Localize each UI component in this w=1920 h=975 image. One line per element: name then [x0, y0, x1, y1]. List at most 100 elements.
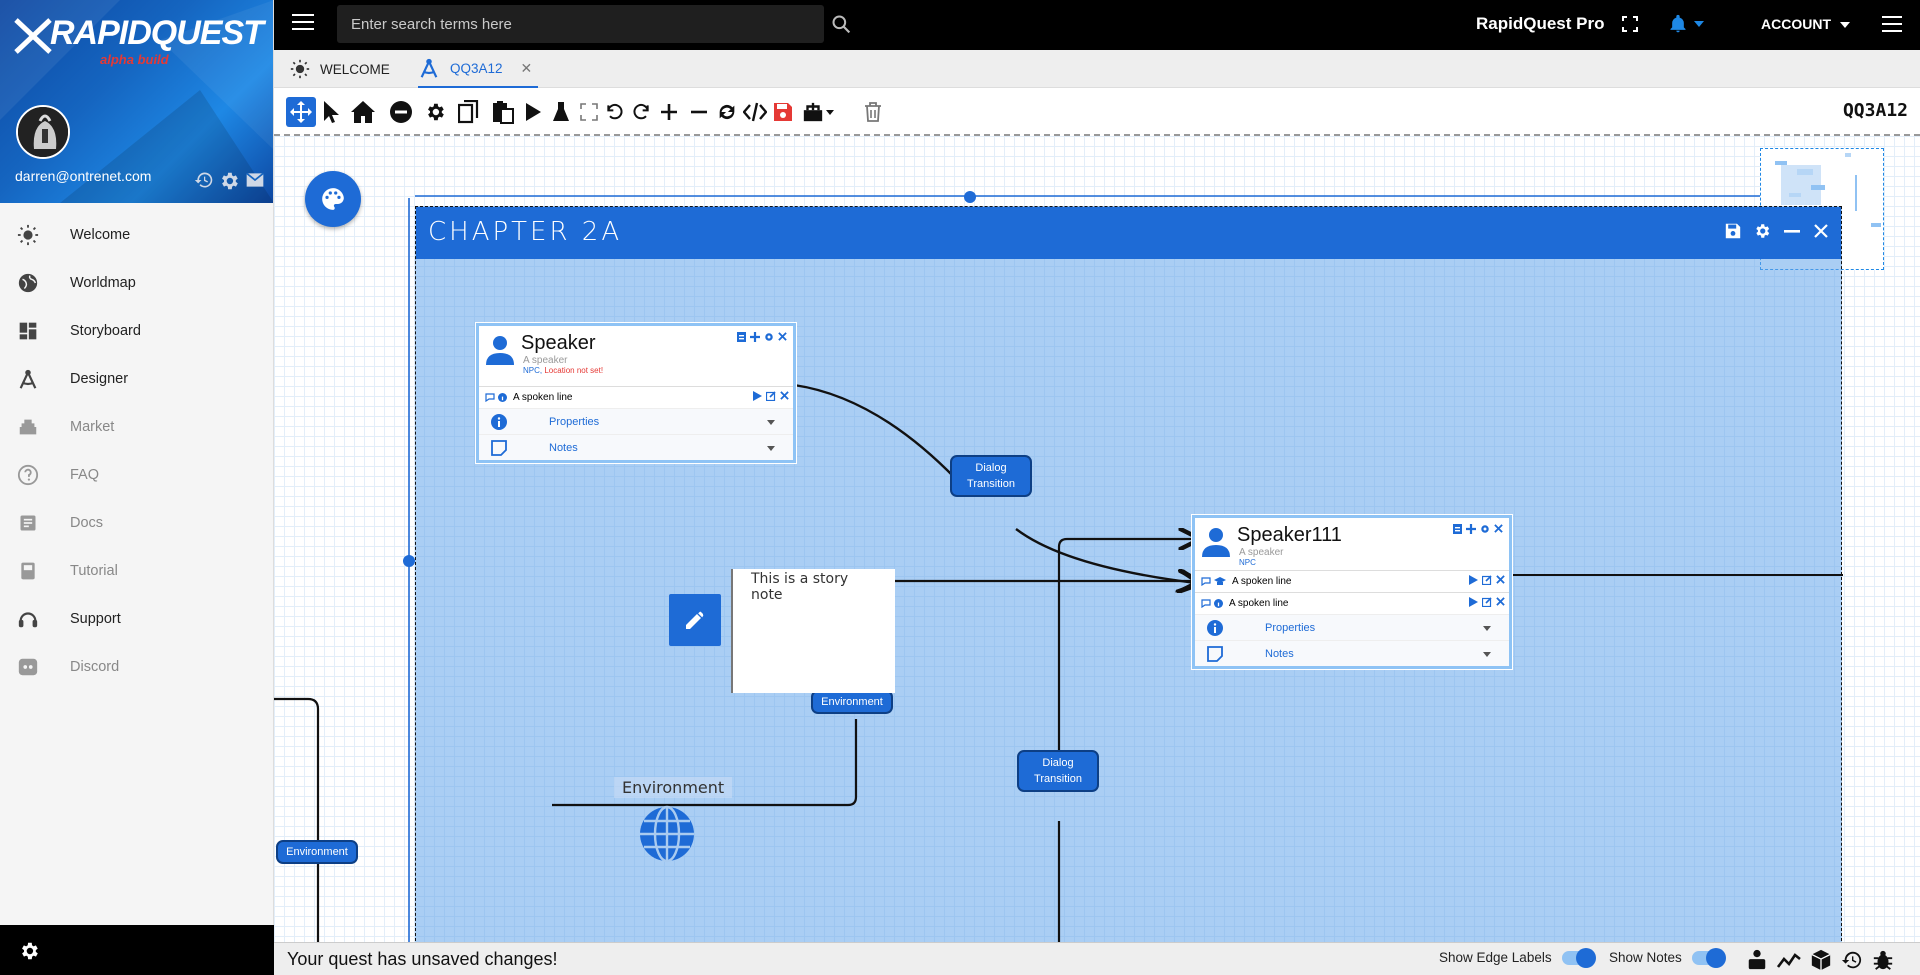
gear-icon[interactable] — [1480, 524, 1490, 534]
gear-icon[interactable] — [218, 170, 240, 192]
edge-label-dialog-transition[interactable]: Dialog Transition — [950, 455, 1032, 497]
play-icon[interactable] — [1469, 575, 1478, 585]
gear-icon[interactable] — [764, 332, 774, 342]
person-stack-icon[interactable] — [1746, 949, 1768, 971]
bug-icon[interactable] — [1872, 949, 1894, 971]
properties-accordion[interactable]: Properties — [1195, 614, 1509, 640]
note-add-icon[interactable] — [1453, 524, 1462, 534]
sun-icon — [290, 59, 310, 79]
sync-icon[interactable] — [712, 97, 742, 127]
cube-icon[interactable] — [1810, 949, 1832, 971]
properties-accordion[interactable]: Properties — [479, 408, 793, 434]
close-icon[interactable] — [1496, 575, 1505, 584]
zoom-in-icon[interactable] — [654, 97, 684, 127]
edge-label-dialog-transition[interactable]: Dialog Transition — [1017, 750, 1099, 792]
settings-gear-icon[interactable] — [18, 940, 40, 962]
copy-icon[interactable] — [454, 97, 484, 127]
paste-icon[interactable] — [488, 97, 518, 127]
app-logo: RAPIDQUEST — [50, 14, 264, 52]
fullscreen-icon[interactable] — [1622, 16, 1638, 32]
edit-icon[interactable] — [1482, 575, 1492, 585]
chevron-down-icon[interactable] — [767, 420, 775, 425]
chapter-container[interactable]: CHAPTER 2A Speaker A speaker NPC, Locati… — [415, 206, 1843, 942]
edge-label-environment[interactable]: Environment — [276, 840, 358, 864]
story-note-pencil-icon[interactable] — [669, 594, 721, 646]
mail-icon[interactable] — [244, 170, 266, 190]
chart-line-icon[interactable] — [1777, 949, 1801, 971]
save-icon[interactable] — [768, 97, 798, 127]
sidebar-item-label: FAQ — [70, 467, 100, 483]
tab-quest-designer[interactable]: QQ3A12 ✕ — [418, 50, 539, 88]
sidebar-item-docs[interactable]: Docs — [0, 499, 273, 547]
notifications-dropdown-caret[interactable] — [1694, 21, 1704, 27]
sidebar-item-discord[interactable]: Discord — [0, 643, 273, 691]
sidebar-item-worldmap[interactable]: Worldmap — [0, 259, 273, 307]
close-icon[interactable] — [780, 391, 789, 400]
sidebar-item-market[interactable]: Market — [0, 403, 273, 451]
sidebar-item-support[interactable]: Support — [0, 595, 273, 643]
dialog-line-row[interactable]: A spoken line — [479, 386, 793, 408]
add-icon[interactable] — [1466, 524, 1476, 534]
speaker-node[interactable]: Speaker A speaker NPC, Location not set!… — [476, 323, 796, 463]
flask-icon[interactable] — [546, 97, 576, 127]
account-menu[interactable]: ACCOUNT — [1761, 16, 1831, 32]
speaker111-node[interactable]: Speaker111 A speaker NPC A spoken line A… — [1192, 515, 1512, 669]
accordion-label: Notes — [1265, 647, 1294, 660]
settings-icon[interactable] — [420, 97, 450, 127]
avatar[interactable] — [16, 105, 70, 159]
hamburger-menu-icon[interactable] — [292, 14, 314, 34]
edit-icon[interactable] — [766, 391, 776, 401]
toggle-label: Show Edge Labels — [1439, 950, 1552, 965]
sidebar-item-designer[interactable]: Designer — [0, 355, 273, 403]
design-canvas[interactable]: CHAPTER 2A Speaker A speaker NPC, Locati… — [274, 136, 1920, 942]
tab-welcome[interactable]: WELCOME — [290, 50, 390, 88]
sidebar-item-faq[interactable]: FAQ — [0, 451, 273, 499]
code-icon[interactable] — [740, 97, 770, 127]
select-pointer-icon[interactable] — [316, 97, 346, 127]
sidebar-item-tutorial[interactable]: Tutorial — [0, 547, 273, 595]
chevron-down-icon[interactable] — [1483, 652, 1491, 657]
zoom-out-icon[interactable] — [684, 97, 714, 127]
story-note[interactable]: This is a story note — [731, 569, 895, 693]
trash-icon[interactable] — [858, 97, 888, 127]
sidebar-item-storyboard[interactable]: Storyboard — [0, 307, 273, 355]
notes-accordion[interactable]: Notes — [479, 434, 793, 460]
show-edge-labels-toggle[interactable]: Show Edge Labels — [1439, 947, 1596, 968]
toggle-switch[interactable] — [1691, 947, 1726, 968]
move-tool-icon[interactable] — [286, 97, 316, 127]
close-icon[interactable] — [1494, 524, 1503, 533]
play-icon[interactable] — [518, 97, 548, 127]
overflow-menu-icon[interactable] — [1882, 16, 1902, 37]
line-icons — [1201, 599, 1223, 608]
dialog-line-row[interactable]: A spoken line — [1195, 570, 1509, 592]
status-bar: Your quest has unsaved changes! Show Edg… — [274, 942, 1920, 975]
home-icon[interactable] — [348, 97, 378, 127]
toggle-switch[interactable] — [1561, 947, 1596, 968]
history-icon[interactable] — [194, 170, 214, 190]
close-icon[interactable]: ✕ — [521, 60, 533, 77]
dialog-line-row[interactable]: A spoken line — [1195, 592, 1509, 614]
search-icon[interactable] — [831, 14, 851, 34]
globe-icon[interactable] — [638, 805, 696, 863]
bell-icon[interactable] — [1668, 14, 1688, 34]
play-icon[interactable] — [1469, 597, 1478, 607]
accordion-label: Properties — [1265, 621, 1316, 634]
history-icon[interactable] — [1841, 949, 1863, 971]
close-icon[interactable] — [1496, 597, 1505, 606]
close-icon[interactable] — [778, 332, 787, 341]
note-add-icon[interactable] — [737, 332, 746, 342]
show-notes-toggle[interactable]: Show Notes — [1609, 947, 1726, 968]
chevron-down-icon[interactable] — [767, 446, 775, 451]
redo-icon[interactable] — [626, 97, 656, 127]
chevron-down-icon[interactable] — [1483, 626, 1491, 631]
notes-accordion[interactable]: Notes — [1195, 640, 1509, 666]
add-icon[interactable] — [750, 332, 760, 342]
edge-label-environment[interactable]: Environment — [811, 690, 893, 714]
search-input[interactable] — [337, 5, 824, 43]
export-dropdown-caret[interactable] — [822, 97, 838, 127]
chevron-down-icon[interactable] — [1840, 22, 1850, 28]
sidebar-item-welcome[interactable]: Welcome — [0, 211, 273, 259]
remove-circle-icon[interactable] — [386, 97, 416, 127]
edit-icon[interactable] — [1482, 597, 1492, 607]
play-icon[interactable] — [753, 391, 762, 401]
